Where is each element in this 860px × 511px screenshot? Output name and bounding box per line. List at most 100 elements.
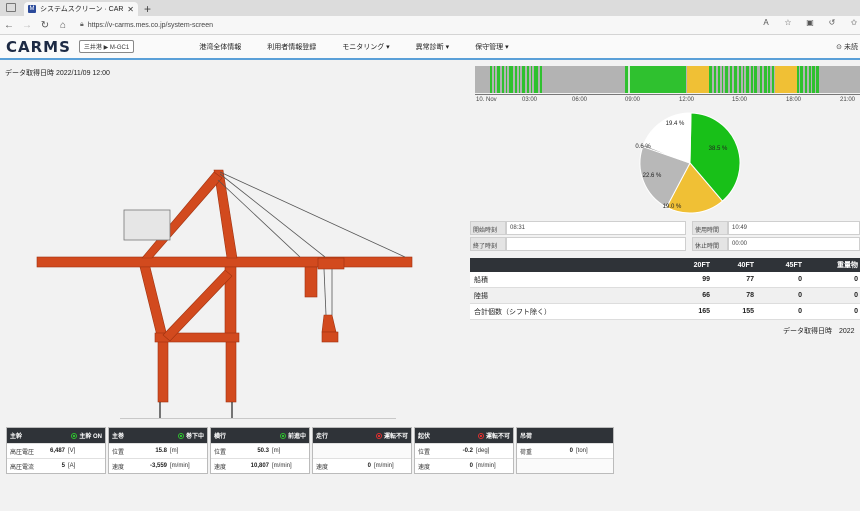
timeline-segment: [625, 66, 683, 93]
end-time-label: 終了時刻: [470, 237, 506, 251]
timeline-segment: [768, 66, 770, 93]
timeline-segment: [709, 66, 712, 93]
notification-toggle[interactable]: ⊙ 未読: [836, 42, 858, 52]
timeline-segment: [628, 66, 630, 93]
address-bar: ← → ↻ ⌂ 🔒︎ https://v-carms.mes.co.jp/sys…: [0, 16, 860, 35]
cell: 0: [854, 308, 858, 315]
row-label: 陸揚: [474, 292, 488, 300]
panel-key: 高圧電流: [10, 464, 35, 471]
cell: 165: [698, 308, 710, 315]
panel-status: 巻下中: [177, 431, 204, 440]
panel-row: 位置 -0.2 [deg]: [415, 443, 513, 458]
timeline-segment: [764, 66, 767, 93]
timeline-segment: [718, 66, 720, 93]
timeline-segment: [751, 66, 753, 93]
axis-label: 21:00: [840, 97, 856, 103]
browser-tab[interactable]: M システムスクリーン · CARMS ✕: [24, 2, 138, 16]
usage-time-label: 使用時間: [692, 221, 728, 235]
back-icon[interactable]: ←: [0, 20, 18, 31]
status-panel: 吊荷 荷重 0 [ton]: [516, 427, 614, 474]
panel-row: 速度 0 [m/min]: [313, 458, 411, 473]
crane-cable: [219, 173, 326, 258]
site-selector[interactable]: 三井港 ▶ M-GC1: [78, 40, 135, 53]
browser-tab-bar: M システムスクリーン · CARMS ✕ +: [0, 0, 860, 16]
crane-illustration: [36, 169, 413, 418]
end-time-value: [506, 237, 686, 251]
usage-time-value: 10:49: [728, 221, 860, 235]
panel-unit: [m]: [272, 448, 281, 454]
timeline-segment: [805, 66, 807, 93]
timeline-segment: [722, 66, 723, 93]
cell: 0: [798, 292, 802, 299]
crane-boom: [36, 256, 413, 268]
timeline-segment: [494, 66, 495, 93]
reload-icon[interactable]: ↻: [36, 20, 54, 31]
menu-item-diagnosis[interactable]: 異常診断 ▾: [403, 42, 462, 52]
panel-row: 速度 10,807 [m/min]: [211, 458, 309, 473]
panel-header: 主幹 主幹 ON: [7, 428, 105, 443]
row-label: 船積: [474, 276, 488, 284]
menu-item-user-registration[interactable]: 利用者情報登録: [254, 42, 329, 52]
menu-item-monitoring[interactable]: モニタリング ▾: [329, 42, 402, 52]
url-text: https://v-carms.mes.co.jp/system-screen: [87, 21, 213, 29]
panel-status: 運転不可: [375, 431, 408, 440]
forward-icon[interactable]: →: [18, 20, 36, 31]
timeline-segment: [739, 66, 741, 93]
read-aloud-icon[interactable]: A: [760, 18, 772, 27]
status-panel: 走行 運転不可 速度 0 [m/min]: [312, 427, 412, 474]
axis-label: 09:00: [625, 97, 641, 103]
panel-status: 前進中: [279, 431, 306, 440]
notification-label: 未読: [844, 44, 858, 51]
panel-value: 50.3: [257, 448, 269, 454]
panel-value: 0: [569, 448, 573, 454]
favorites-icon[interactable]: ☆: [782, 18, 794, 27]
timeline-segment: [809, 66, 811, 93]
close-tab-icon[interactable]: ✕: [127, 5, 138, 14]
menu-item-maintenance[interactable]: 保守管理 ▾: [462, 42, 521, 52]
panel-key: 速度: [214, 464, 227, 471]
panel-title: 主幹: [10, 434, 23, 440]
timeline-segment: [515, 66, 517, 93]
panel-header: 走行 運転不可: [313, 428, 411, 443]
timeline-segment: [687, 66, 709, 93]
timeline-segment: [540, 66, 542, 93]
panel-unit: [m]: [170, 448, 179, 454]
panel-header: 横行 前進中: [211, 428, 309, 443]
rest-time-value: 00:00: [728, 237, 860, 251]
panel-row: 荷重 0 [ton]: [517, 443, 613, 458]
panel-header: 吊荷: [517, 428, 613, 443]
operation-pie-chart: 38.5 % 19.0 % 22.6 % 0.6 % 19.4 %: [635, 112, 741, 214]
timeline-segment: [730, 66, 732, 93]
status-indicator-icon: [477, 432, 484, 439]
status-panel: 主幹 主幹 ON 高圧電圧 6,487 [V] 高圧電流 5 [A]: [6, 427, 106, 474]
count-data-timestamp: データ取得日時 2022: [783, 328, 855, 335]
panel-row: 高圧電流 5 [A]: [7, 458, 105, 473]
col-header-20ft: 20FT: [693, 261, 710, 269]
carms-logo[interactable]: CARMS: [6, 38, 71, 56]
extension-icon[interactable]: ▣: [804, 18, 816, 27]
star-icon[interactable]: ✩: [848, 18, 860, 27]
url-field[interactable]: 🔒︎ https://v-carms.mes.co.jp/system-scre…: [80, 21, 213, 29]
new-tab-icon[interactable]: +: [144, 2, 151, 16]
window-menu-icon[interactable]: [6, 3, 16, 12]
panel-value: -3,559: [149, 463, 167, 469]
timeline-axis-line: [475, 94, 860, 95]
timeline-segment: [502, 66, 504, 93]
panel-key: 位置: [418, 449, 431, 456]
home-icon[interactable]: ⌂: [54, 20, 72, 31]
panel-unit: [m/min]: [374, 463, 394, 469]
status-indicator-icon: [71, 432, 78, 439]
status-panel: 主巻 巻下中 位置 15.8 [m] 速度 -3,559 [m/min]: [108, 427, 208, 474]
panel-row: 高圧電圧 6,487 [V]: [7, 443, 105, 458]
timeline-segment: [490, 66, 492, 93]
row-label: 合計個数（シフト除く）: [474, 308, 551, 316]
menu-item-port-info[interactable]: 港湾全体情報: [186, 42, 254, 52]
axis-label: 15:00: [732, 97, 748, 103]
refresh-page-icon[interactable]: ↺: [826, 18, 838, 27]
crane-brace: [162, 269, 233, 342]
status-panel: 横行 前進中 位置 50.3 [m] 速度 10,807 [m/min]: [210, 427, 310, 474]
panel-unit: [V]: [68, 448, 76, 454]
pie-label: 19.4 %: [666, 121, 685, 127]
panel-row: [517, 458, 613, 473]
cell: 0: [798, 308, 802, 315]
